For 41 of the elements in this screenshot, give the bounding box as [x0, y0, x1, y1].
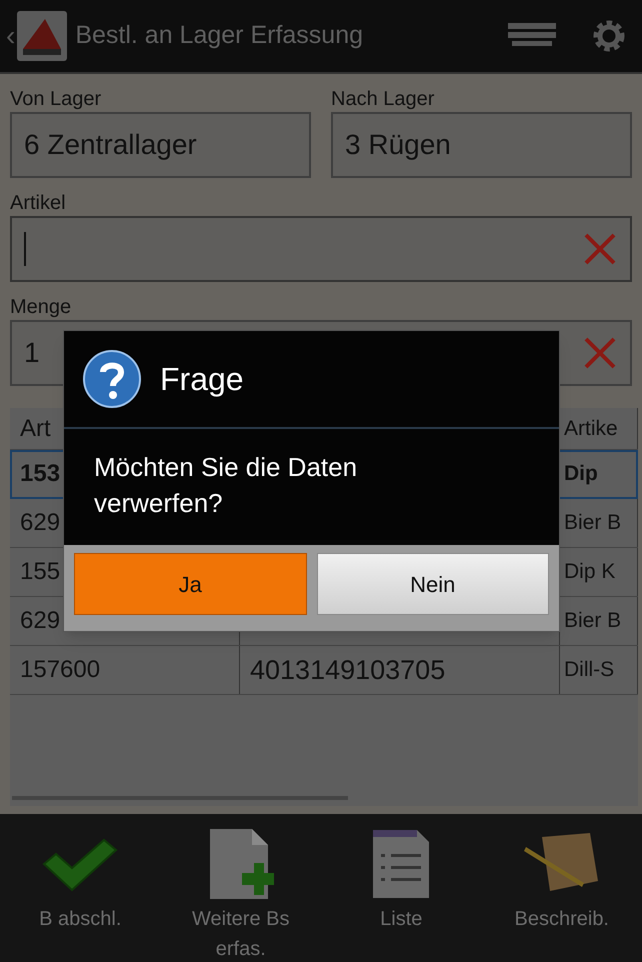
list-document-icon	[371, 828, 432, 900]
table-cell-text: Dip K	[564, 559, 616, 586]
app-logo-icon	[17, 11, 68, 61]
table-cell-text: 155	[20, 557, 60, 587]
text-cursor	[24, 232, 26, 266]
table-cell-text: Bier B	[564, 510, 622, 536]
table-cell-text: 629	[20, 606, 60, 636]
input-field[interactable]: 3 Rügen	[331, 112, 632, 178]
toolbar-button[interactable]: Liste	[376, 904, 426, 934]
checkmark-icon	[42, 836, 118, 892]
keyboard-icon[interactable]	[508, 23, 556, 49]
table-row[interactable]: 157600 4013149103705 Dill-S	[10, 646, 638, 695]
add-document-icon	[208, 827, 274, 901]
column-header: Art	[20, 414, 51, 444]
table-cell-text: 153	[20, 459, 60, 489]
toolbar-button[interactable]: Beschreib.	[510, 904, 613, 934]
dialog-button[interactable]: Ja	[74, 553, 306, 615]
settings-icon[interactable]	[592, 19, 626, 53]
field-label: Menge	[9, 295, 72, 320]
field-label: Artikel	[9, 191, 67, 216]
table-cell-text: 629	[20, 508, 60, 538]
question-icon	[82, 349, 142, 409]
table-cell-text: Dill-S	[564, 657, 614, 684]
back-caret[interactable]: ‹	[6, 15, 16, 57]
toolbar-button[interactable]: B abschl.	[35, 904, 126, 934]
input-field[interactable]: 6 Zentrallager	[10, 112, 311, 178]
clear-icon[interactable]	[582, 231, 618, 267]
dialog-title: Frage	[160, 360, 244, 399]
dialog-message: Möchten Sie die Daten verwerfen?	[94, 451, 358, 520]
table-cell-text: Bier B	[564, 608, 622, 634]
field-label: Nach Lager	[330, 87, 436, 112]
toolbar-button[interactable]: Weitere Bs erfas.	[160, 904, 321, 962]
table-cell-text: 157600	[20, 655, 100, 685]
field-label: Von Lager	[9, 87, 102, 112]
table-cell-text: Dip	[564, 461, 598, 488]
clear-icon[interactable]	[582, 335, 618, 371]
input-field[interactable]	[10, 216, 632, 282]
screen-title: Bestl. an Lager Erfassung	[75, 20, 364, 52]
table-cell-text: 4013149103705	[250, 654, 446, 687]
dialog-button[interactable]: Nein	[316, 553, 549, 615]
column-header: Artike	[564, 416, 618, 442]
